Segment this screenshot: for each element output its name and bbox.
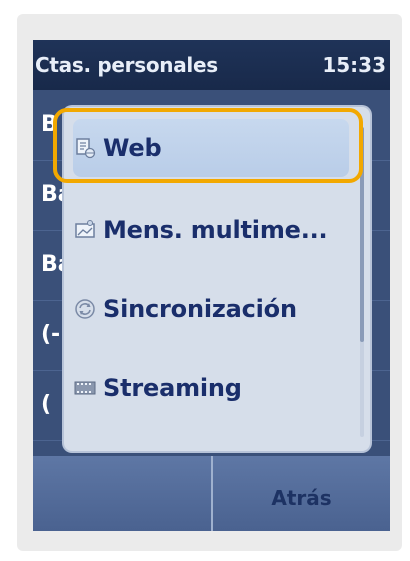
- multimedia-message-icon: [73, 218, 97, 242]
- menu-item-sync[interactable]: Sincronización: [73, 280, 349, 338]
- scrollbar[interactable]: [360, 127, 364, 437]
- phone-screen: Ctas. personales 15:33 B Ba Ba (- ( Atrá…: [33, 40, 390, 531]
- left-softkey[interactable]: [33, 456, 213, 531]
- status-title: Ctas. personales: [35, 53, 218, 77]
- clock: 15:33: [322, 53, 386, 77]
- status-bar: Ctas. personales 15:33: [33, 40, 390, 90]
- menu-item-label: Sincronización: [103, 295, 297, 323]
- menu-item-web[interactable]: Web: [73, 119, 349, 177]
- menu-item-label: Mens. multime...: [103, 216, 328, 244]
- film-strip-icon: [73, 376, 97, 400]
- web-page-icon: [73, 136, 97, 160]
- menu-item-label: Web: [103, 134, 162, 162]
- options-menu: Web Mens. multime... Sincronización Stre…: [64, 107, 370, 451]
- sync-icon: [73, 297, 97, 321]
- softkey-bar: Atrás: [33, 456, 390, 531]
- menu-item-streaming[interactable]: Streaming: [73, 359, 349, 417]
- scroll-thumb[interactable]: [360, 127, 364, 342]
- menu-item-multimedia-message[interactable]: Mens. multime...: [73, 201, 349, 259]
- back-softkey[interactable]: Atrás: [213, 456, 390, 531]
- menu-item-label: Streaming: [103, 374, 242, 402]
